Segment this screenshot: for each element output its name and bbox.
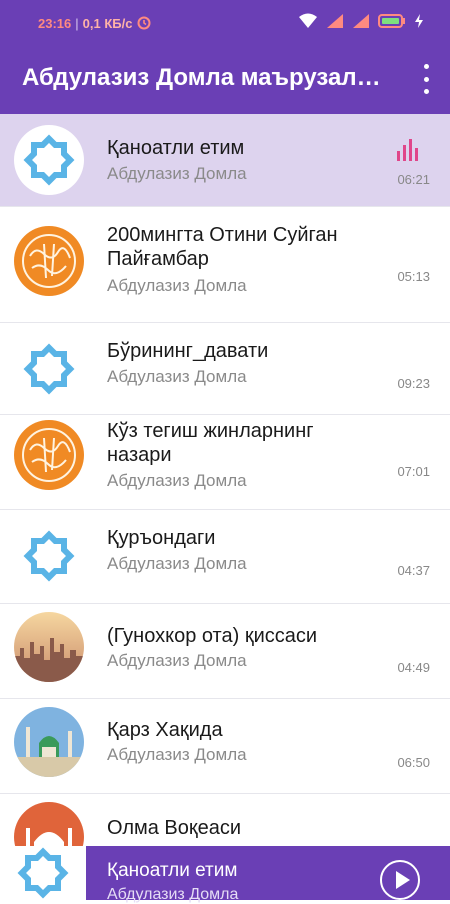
track-row[interactable]: (Гунохкор ота) қиссаси Абдулазиз Домла 0…	[0, 604, 450, 699]
track-row[interactable]: Кўз тегиш жинларнинг назари Абдулазиз До…	[0, 415, 450, 510]
star-icon	[14, 125, 84, 195]
mosque-image	[14, 707, 84, 777]
track-duration: 04:37	[397, 563, 430, 578]
overflow-menu-icon[interactable]	[420, 64, 432, 94]
track-artist: Абдулазиз Домла	[107, 471, 247, 490]
track-row[interactable]: Қаноатли етим Абдулазиз Домла 06:21	[0, 114, 450, 207]
track-artist: Абдулазиз Домла	[107, 276, 247, 295]
network-speed: 0,1 КБ/с	[82, 16, 133, 31]
star-icon	[0, 846, 86, 900]
track-duration: 06:21	[397, 172, 430, 187]
track-list[interactable]: Қаноатли етим Абдулазиз Домла 06:21 200м…	[0, 114, 450, 846]
track-artist: Абдулазиз Домла	[107, 745, 247, 764]
city-sunset-image	[14, 612, 84, 682]
track-title: (Гунохкор ота) қиссаси	[107, 625, 318, 647]
battery-icon	[378, 14, 406, 33]
track-title: Қарз Хақида	[107, 719, 223, 741]
signal-icon	[326, 13, 344, 34]
signal-icon-2	[352, 13, 370, 34]
track-duration: 04:49	[397, 660, 430, 675]
status-right	[298, 13, 424, 34]
track-row[interactable]: Қуръондаги Абдулазиз Домла 04:37	[0, 510, 450, 604]
track-duration: 07:01	[397, 464, 430, 479]
track-artist: Абдулазиз Домла	[107, 164, 247, 183]
track-title: Бўрининг_давати	[107, 340, 269, 362]
track-duration: 06:50	[397, 755, 430, 770]
status-time: 23:16	[38, 16, 72, 31]
track-title: Қаноатли етим	[107, 137, 245, 159]
track-title: Қуръондаги	[107, 527, 216, 549]
star-icon	[14, 334, 84, 404]
track-row[interactable]: Қарз Хақида Абдулазиз Домла 06:50	[0, 699, 450, 794]
wifi-icon	[298, 13, 318, 34]
track-row[interactable]: Олма Воқеаси	[0, 794, 450, 846]
calligraphy-icon	[14, 226, 84, 296]
alarm-icon	[136, 14, 152, 33]
track-row[interactable]: Бўрининг_давати Абдулазиз Домла 09:23	[0, 323, 450, 415]
play-button[interactable]	[380, 860, 420, 900]
track-title: Олма Воқеаси	[107, 817, 242, 839]
track-artist: Абдулазиз Домла	[107, 554, 247, 573]
calligraphy-icon	[14, 420, 84, 490]
player-title: Қаноатли етим	[107, 860, 238, 881]
star-icon	[14, 521, 84, 591]
app-title: Абдулазиз Домла маърузалари	[22, 64, 392, 91]
track-title: Кўз тегиш жинларнинг назари	[107, 420, 314, 466]
charging-icon	[414, 14, 424, 33]
app-bar: Абдулазиз Домла маърузалари	[0, 46, 450, 114]
track-duration: 09:23	[397, 376, 430, 391]
mini-player[interactable]: Қаноатли етим Абдулазиз Домла	[0, 846, 450, 903]
status-left: 23:16 | 0,1 КБ/с	[38, 14, 152, 33]
track-artist: Абдулазиз Домла	[107, 367, 247, 386]
track-artist: Абдулазиз Домла	[107, 651, 247, 670]
status-bar: 23:16 | 0,1 КБ/с	[0, 0, 450, 46]
mosque-orange-image	[14, 802, 84, 846]
status-separator: |	[75, 16, 79, 31]
track-duration: 05:13	[397, 269, 430, 284]
track-row[interactable]: 200мингта Отини Суйган Пайғамбар Абдулаз…	[0, 207, 450, 323]
player-artist: Абдулазиз Домла	[107, 886, 239, 903]
now-playing-equalizer-icon	[397, 139, 418, 161]
track-title: 200мингта Отини Суйган Пайғамбар	[107, 224, 338, 270]
